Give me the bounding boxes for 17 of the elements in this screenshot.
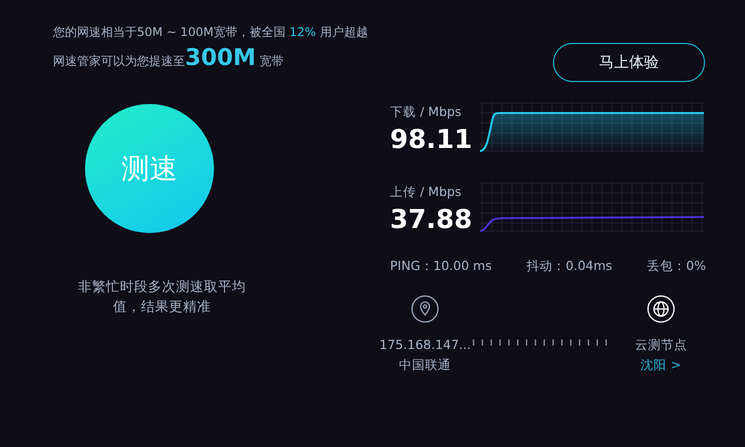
meter-value: 98.11	[390, 125, 474, 155]
location-pin-icon	[411, 295, 440, 323]
node-title: 云测节点	[634, 336, 687, 354]
meter-label: 下载 / Mbps	[390, 104, 462, 121]
client-ip: 175.168.147...	[379, 336, 471, 354]
stat-text: 丢包：0%	[647, 258, 706, 275]
meter-label: 上传 / Mbps	[390, 184, 462, 201]
globe-icon	[646, 295, 675, 323]
try-button[interactable]: 马上体验	[553, 43, 705, 82]
node-city-link[interactable]: 沈阳 >	[640, 355, 682, 375]
isp-name: 中国联通	[399, 356, 452, 374]
boost-summary: 网速管家可以为您提速至300M 宽带	[53, 45, 284, 71]
meter-value: 37.88	[390, 205, 474, 235]
stat-text: 抖动：0.04ms	[526, 258, 612, 275]
tip-text: 非繁忙时段多次测速取平均值，结果更精准	[77, 278, 247, 317]
speed-summary: 您的网速相当于50M ~ 100M宽带，被全国 12% 用户超越	[53, 24, 368, 41]
stat-text: PING：10.00 ms	[390, 258, 492, 275]
